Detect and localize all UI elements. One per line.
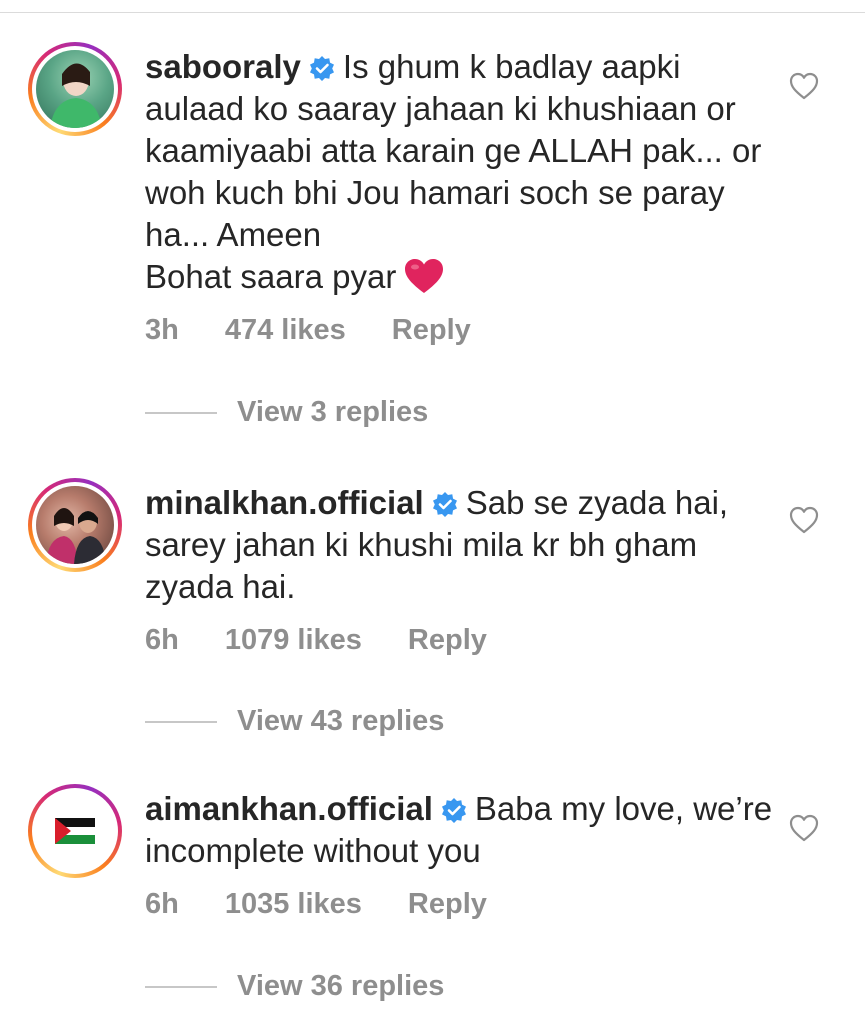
comment-time[interactable]: 6h	[145, 888, 179, 921]
top-divider	[0, 12, 865, 13]
view-replies-label[interactable]: View 36 replies	[237, 970, 444, 1003]
comment-text-block: aimankhan.official Baba my love, we’re in…	[145, 788, 785, 872]
reply-button[interactable]: Reply	[408, 888, 487, 921]
palestine-flag-icon	[55, 818, 95, 844]
avatar[interactable]	[36, 792, 114, 870]
heart-outline-icon[interactable]	[789, 72, 819, 100]
comment-likes-count[interactable]: 1035 likes	[225, 888, 362, 921]
verified-badge-icon	[441, 798, 466, 823]
view-replies-divider	[145, 720, 217, 723]
view-replies-divider	[145, 411, 217, 414]
comment-likes-count[interactable]: 1079 likes	[225, 624, 362, 657]
avatar-story-ring[interactable]	[28, 42, 122, 136]
reply-button[interactable]: Reply	[392, 314, 471, 347]
view-replies-label[interactable]: View 3 replies	[237, 396, 428, 429]
comment-meta: 6h 1079 likes Reply	[145, 624, 785, 657]
view-replies-button[interactable]: View 3 replies	[145, 396, 428, 429]
comment-username[interactable]: minalkhan.official	[145, 484, 424, 521]
view-replies-button[interactable]: View 43 replies	[145, 705, 444, 738]
heart-outline-icon[interactable]	[789, 506, 819, 534]
avatar-story-ring[interactable]	[28, 784, 122, 878]
verified-badge-icon	[432, 492, 457, 517]
avatar[interactable]	[36, 50, 114, 128]
comment-text-line2: Bohat saara pyar	[145, 258, 397, 295]
view-replies-button[interactable]: View 36 replies	[145, 970, 444, 1003]
comment-meta: 3h 474 likes Reply	[145, 314, 785, 347]
heart-outline-icon[interactable]	[789, 814, 819, 842]
comment-username[interactable]: sabooraly	[145, 48, 301, 85]
avatar-story-ring[interactable]	[28, 478, 122, 572]
red-heart-icon	[405, 259, 444, 293]
comment-body: minalkhan.official Sab se zyada hai, sare…	[145, 482, 785, 657]
avatar[interactable]	[36, 486, 114, 564]
comment-body: aimankhan.official Baba my love, we’re in…	[145, 788, 785, 921]
comment-username[interactable]: aimankhan.official	[145, 790, 433, 827]
avatar-photo-icon	[50, 63, 102, 128]
comment-likes-count[interactable]: 474 likes	[225, 314, 346, 347]
comment-text-block: sabooraly Is ghum k badlay aapki aulaad k…	[145, 46, 785, 298]
comment-time[interactable]: 3h	[145, 314, 179, 347]
verified-badge-icon	[309, 56, 334, 81]
comment-meta: 6h 1035 likes Reply	[145, 888, 785, 921]
view-replies-label[interactable]: View 43 replies	[237, 705, 444, 738]
reply-button[interactable]: Reply	[408, 624, 487, 657]
comment-text-block: minalkhan.official Sab se zyada hai, sare…	[145, 482, 785, 608]
comment-time[interactable]: 6h	[145, 624, 179, 657]
comment-body: sabooraly Is ghum k badlay aapki aulaad k…	[145, 46, 785, 347]
avatar-photo-icon	[46, 508, 106, 564]
view-replies-divider	[145, 985, 217, 988]
